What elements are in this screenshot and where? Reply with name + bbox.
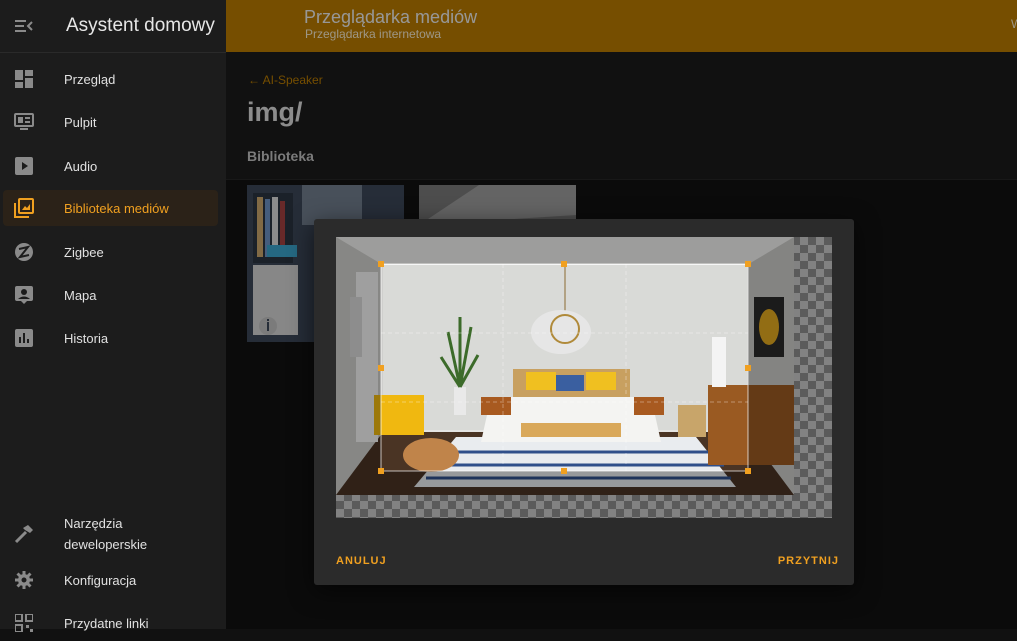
sidebar-item-label: Narzędzia deweloperskie [64, 516, 148, 552]
image-library-icon [14, 198, 34, 218]
sidebar-item-label: Audio [64, 158, 98, 174]
app-title: Asystent domowy [66, 15, 215, 36]
sidebar-item-label: Zigbee [64, 244, 104, 260]
sidebar-item-audio[interactable]: Audio [3, 148, 218, 184]
account-box-icon [15, 286, 33, 304]
sidebar-item-zigbee[interactable]: Zigbee [3, 234, 218, 270]
crop-selection[interactable] [336, 237, 832, 518]
zigbee-icon [15, 243, 33, 261]
sidebar-item-desktop[interactable]: Pulpit [3, 104, 218, 140]
cog-icon [15, 571, 33, 589]
sidebar-item-label: Przegląd [64, 71, 116, 87]
sidebar: Asystent domowy Przegląd Pulpit Audio Bi… [0, 0, 226, 632]
crop-image-dialog: ANULUJ PRZYTNIJ [314, 219, 854, 585]
sidebar-item-map[interactable]: Mapa [3, 277, 218, 313]
qrcode-icon [15, 614, 33, 632]
sidebar-item-label: Historia [64, 330, 109, 346]
sidebar-header: Asystent domowy [0, 0, 226, 53]
menu-collapse-icon [15, 20, 33, 32]
menu-toggle-button[interactable] [0, 2, 48, 50]
sidebar-item-overview[interactable]: Przegląd [3, 61, 218, 97]
crop-button[interactable]: PRZYTNIJ [778, 555, 839, 567]
sidebar-item-media-library[interactable]: Biblioteka mediów [3, 190, 218, 226]
monitor-dashboard-icon [14, 113, 34, 130]
sidebar-item-label: Pulpit [64, 114, 97, 130]
play-box-icon [15, 157, 33, 175]
cancel-button[interactable]: ANULUJ [336, 555, 387, 567]
sidebar-item-label: Konfiguracja [64, 572, 137, 588]
sidebar-item-useful-links[interactable]: Przydatne linki [3, 605, 218, 641]
crop-canvas[interactable] [336, 237, 832, 518]
sidebar-item-label: Przydatne linki [64, 615, 149, 631]
dashboard-icon [15, 70, 33, 88]
sidebar-item-label: Mapa [64, 287, 97, 303]
sidebar-item-developer-tools[interactable]: Narzędzia deweloperskie [3, 511, 218, 557]
sidebar-item-configuration[interactable]: Konfiguracja [3, 562, 218, 598]
hammer-icon [14, 525, 33, 544]
sidebar-item-history[interactable]: Historia [3, 320, 218, 356]
chart-box-icon [15, 329, 33, 347]
sidebar-item-label: Biblioteka mediów [64, 200, 169, 216]
